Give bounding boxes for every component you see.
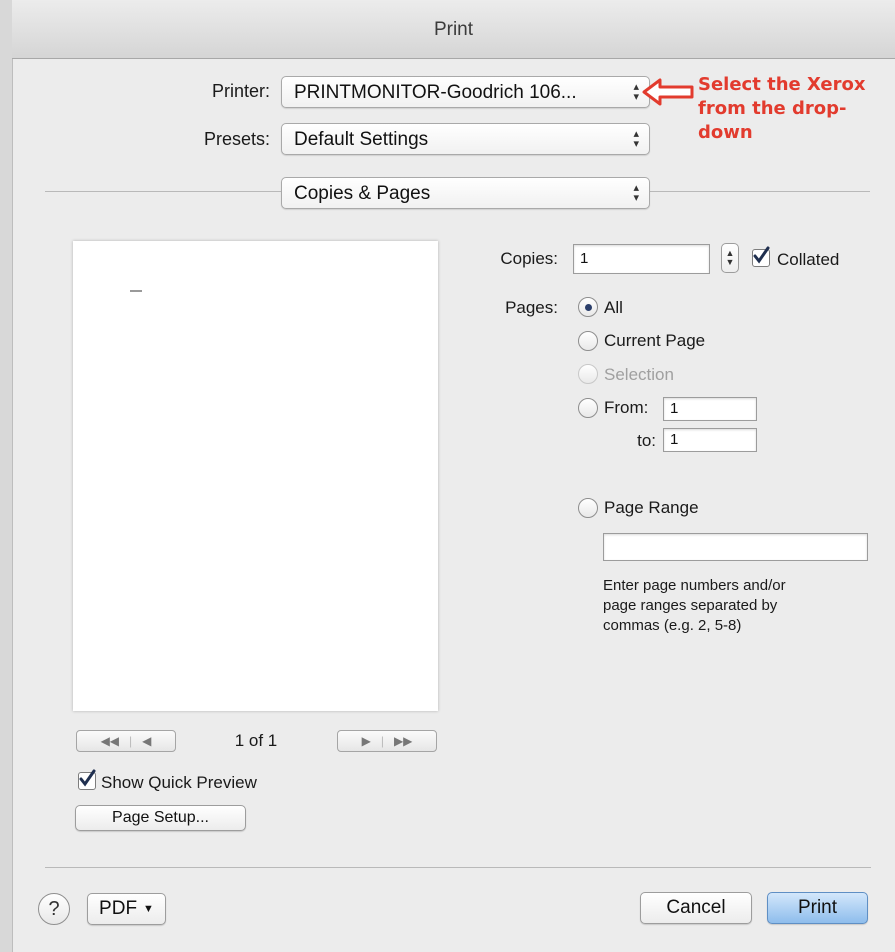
radio-from-label: From: — [604, 398, 649, 417]
first-page-icon: ◀◀ — [100, 734, 120, 748]
help-line-1: Enter page numbers and/or — [603, 577, 786, 594]
stepper-down-icon: ▼ — [725, 257, 735, 267]
cancel-label: Cancel — [666, 897, 726, 918]
page-indicator: 1 of 1 — [234, 731, 278, 750]
radio-selection — [578, 364, 598, 384]
preview-page-content — [130, 290, 142, 292]
presets-dropdown[interactable]: Default Settings ▴ ▾ — [281, 123, 650, 155]
radio-current-page-label: Current Page — [604, 331, 706, 350]
prev-page-icon: ◀ — [142, 734, 152, 748]
page-setup-label: Page Setup... — [112, 809, 209, 826]
radio-from[interactable] — [578, 398, 598, 418]
next-page-icon: ▶ — [361, 734, 371, 748]
presets-label: Presets: — [203, 129, 270, 149]
from-page-input[interactable]: 1 — [663, 397, 757, 421]
checkmark-icon — [79, 769, 96, 787]
updown-arrows-icon: ▴ ▾ — [633, 81, 639, 103]
help-line-2: page ranges separated by — [603, 597, 778, 614]
radio-page-range-label: Page Range — [604, 498, 699, 517]
annotation-line-1: Select the Xerox — [698, 74, 866, 95]
footer-separator — [45, 867, 871, 868]
page-preview — [73, 241, 438, 711]
next-last-page-button[interactable]: ▶ | ▶▶ — [337, 730, 437, 752]
annotation-text: Select the Xerox from the drop-down — [698, 73, 893, 145]
pdf-label: PDF — [99, 898, 138, 919]
radio-all-label: All — [604, 298, 623, 317]
to-page-input[interactable]: 1 — [663, 428, 757, 452]
separator-left — [45, 191, 281, 192]
printer-value: PRINTMONITOR-Goodrich 106... — [294, 82, 577, 103]
window-titlebar: Print — [12, 0, 895, 59]
print-button[interactable]: Print — [767, 892, 868, 924]
updown-arrows-icon: ▴ ▾ — [633, 182, 639, 204]
window-title: Print — [433, 19, 474, 40]
print-label: Print — [797, 897, 838, 918]
red-arrow-icon — [642, 78, 694, 106]
presets-value: Default Settings — [294, 129, 429, 150]
annotation-line-2: from the drop-down — [698, 98, 847, 143]
to-label: to: — [637, 431, 656, 450]
radio-page-range[interactable] — [578, 498, 598, 518]
first-prev-page-button[interactable]: ◀◀ | ◀ — [76, 730, 176, 752]
show-quick-preview-label: Show Quick Preview — [101, 773, 257, 792]
background-window-edge — [0, 0, 13, 952]
section-dropdown[interactable]: Copies & Pages ▴ ▾ — [281, 177, 650, 209]
divider: | — [380, 734, 384, 748]
copies-stepper[interactable]: ▲ ▼ — [721, 243, 739, 273]
radio-all[interactable] — [578, 297, 598, 317]
page-range-help: Enter page numbers and/or page ranges se… — [603, 576, 786, 636]
checkmark-icon — [753, 246, 770, 264]
divider: | — [129, 734, 133, 748]
last-page-icon: ▶▶ — [393, 734, 413, 748]
help-icon[interactable]: ? — [38, 893, 70, 925]
separator-right — [650, 191, 870, 192]
section-value: Copies & Pages — [294, 183, 431, 204]
pages-label: Pages: — [505, 298, 558, 317]
dropdown-arrow-icon: ▼ — [143, 903, 154, 915]
copies-input[interactable]: 1 — [573, 244, 710, 274]
help-line-3: commas (e.g. 2, 5-8) — [603, 617, 742, 634]
page-setup-button[interactable]: Page Setup... — [75, 805, 246, 831]
updown-arrows-icon: ▴ ▾ — [633, 128, 639, 150]
show-quick-preview-checkbox[interactable] — [78, 769, 96, 790]
pdf-menu-button[interactable]: PDF ▼ — [87, 893, 166, 925]
radio-current-page[interactable] — [578, 331, 598, 351]
cancel-button[interactable]: Cancel — [640, 892, 752, 924]
printer-label: Printer: — [211, 81, 270, 101]
printer-dropdown[interactable]: PRINTMONITOR-Goodrich 106... ▴ ▾ — [281, 76, 650, 108]
page-range-input[interactable] — [603, 533, 868, 561]
collated-checkbox[interactable] — [752, 246, 770, 267]
collated-label: Collated — [777, 250, 840, 269]
copies-label: Copies: — [500, 249, 558, 268]
radio-selection-label: Selection — [604, 365, 674, 384]
